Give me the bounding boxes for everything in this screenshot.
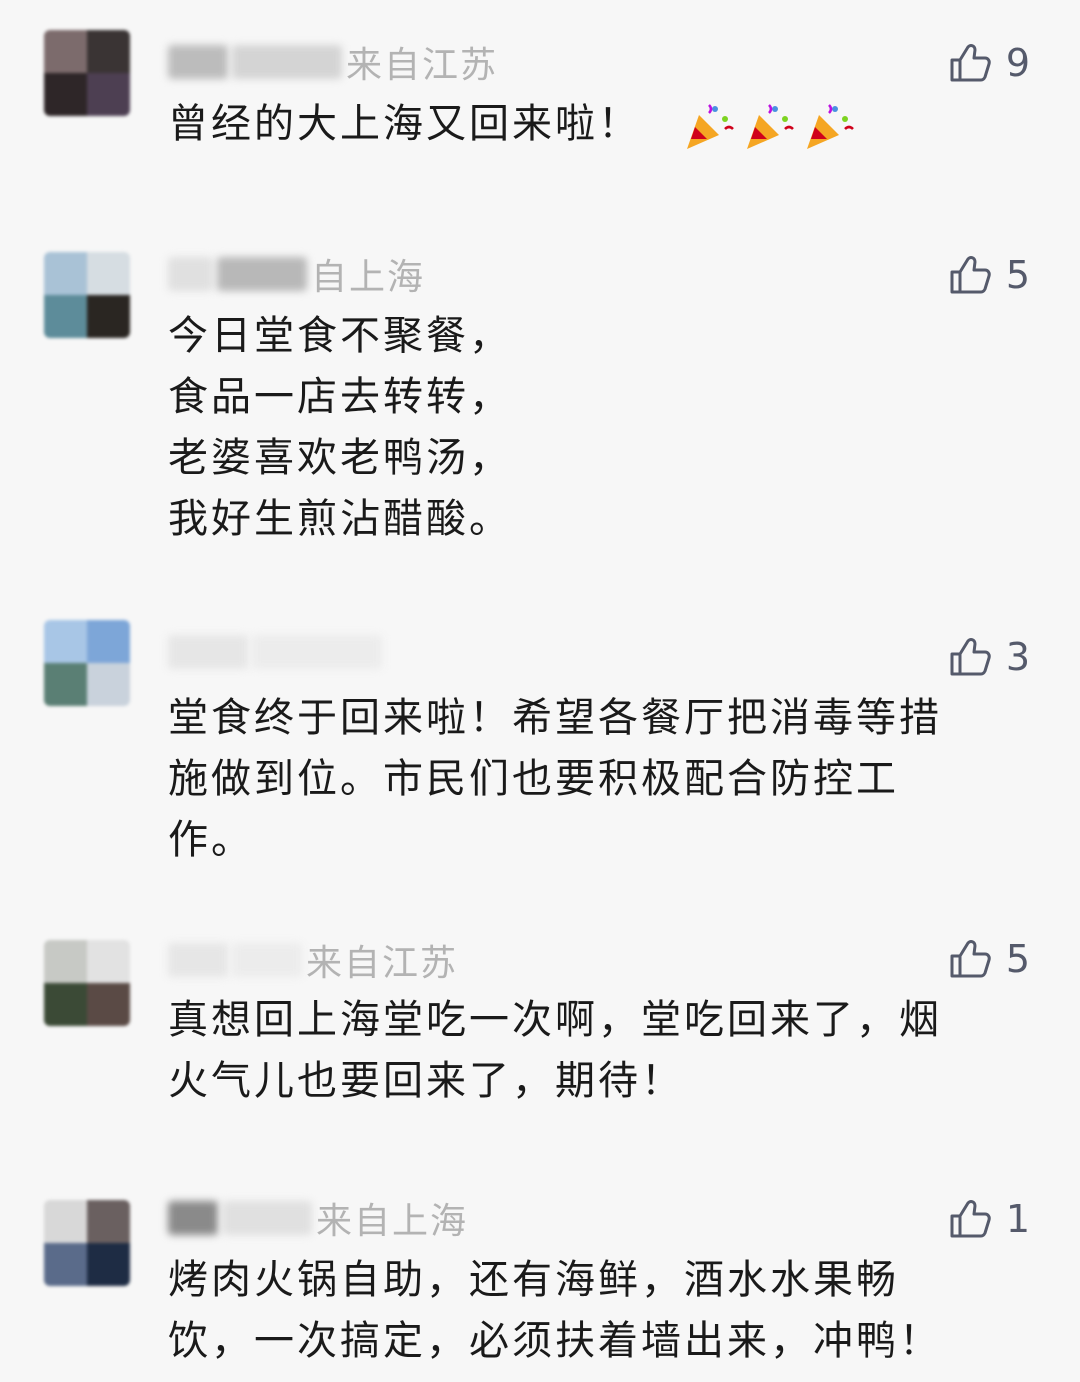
- party-popper-icon: [746, 104, 794, 149]
- avatar[interactable]: [44, 30, 130, 116]
- username-blurred[interactable]: [217, 257, 307, 291]
- comment-item: 来自上海 1 烤肉火锅自助，还有海鲜，酒水水果畅 饮，一次搞定，必须扶着墙出来，…: [0, 1180, 1080, 1382]
- comment-meta: 自上海: [168, 252, 425, 298]
- like-button[interactable]: 5: [948, 250, 1030, 300]
- comment-meta: 来自江苏: [168, 40, 498, 86]
- party-popper-icon: [686, 104, 734, 149]
- avatar[interactable]: [44, 620, 130, 706]
- comment-line: 堂食终于回来啦！希望各餐厅把消毒等措: [168, 695, 942, 741]
- username-blurred[interactable]: [232, 943, 302, 977]
- comment-line: 真想回上海堂吃一次啊，堂吃回来了，烟: [168, 997, 942, 1043]
- avatar[interactable]: [44, 252, 130, 338]
- comment-meta: 来自江苏: [168, 938, 458, 984]
- username-blurred[interactable]: [168, 635, 248, 669]
- avatar[interactable]: [44, 1200, 130, 1286]
- thumbs-up-icon: [950, 256, 991, 294]
- comment-location: 来自江苏: [306, 943, 459, 984]
- emoji-group: [681, 99, 855, 153]
- comment-line: 曾经的大上海又回来啦！: [168, 94, 1018, 155]
- username-blurred[interactable]: [168, 257, 213, 291]
- comment-line: 我好生煎沾醋酸。: [168, 496, 512, 542]
- username-blurred[interactable]: [252, 635, 382, 669]
- comment-text: 曾经的大上海又回来啦！: [168, 94, 1018, 155]
- comment-location: 来自上海: [316, 1201, 469, 1242]
- comment-line: 烤肉火锅自助，还有海鲜，酒水水果畅: [168, 1257, 899, 1303]
- username-blurred[interactable]: [222, 1201, 312, 1235]
- comment-meta: [168, 630, 386, 674]
- username-blurred[interactable]: [168, 943, 228, 977]
- comment-line: 火气儿也要回来了，期待！: [168, 1058, 684, 1104]
- thumbs-up-icon: [950, 940, 991, 978]
- comment-location: 来自江苏: [346, 45, 499, 86]
- username-blurred[interactable]: [168, 45, 228, 79]
- like-button[interactable]: 9: [948, 38, 1030, 88]
- username-blurred[interactable]: [168, 1201, 218, 1235]
- comment-line: 作。: [168, 817, 254, 863]
- comment-line: 食品一店去转转，: [168, 374, 512, 420]
- comment-line: 老婆喜欢老鸭汤，: [168, 435, 512, 481]
- like-count: 1: [1005, 1197, 1030, 1241]
- like-count: 3: [1005, 635, 1030, 679]
- comment-location: 自上海: [311, 257, 426, 298]
- like-count: 9: [1005, 41, 1030, 85]
- party-popper-icon: [806, 104, 854, 149]
- thumbs-up-icon: [950, 638, 991, 676]
- thumbs-up-icon: [950, 1200, 991, 1238]
- comment-text: 真想回上海堂吃一次啊，堂吃回来了，烟 火气儿也要回来了，期待！: [168, 990, 1018, 1112]
- comment-item: 3 堂食终于回来啦！希望各餐厅把消毒等措 施做到位。市民们也要积极配合防控工 作…: [0, 600, 1080, 900]
- avatar[interactable]: [44, 940, 130, 1026]
- comment-item: 来自江苏 9 曾经的大上海又回来啦！: [0, 0, 1080, 200]
- like-button[interactable]: 1: [948, 1194, 1030, 1244]
- comment-item: 自上海 5 今日堂食不聚餐， 食品一店去转转， 老婆喜欢老鸭汤， 我好生煎沾醋酸…: [0, 220, 1080, 570]
- comment-line: 饮，一次搞定，必须扶着墙出来，冲鸭！: [168, 1318, 942, 1364]
- comment-text: 烤肉火锅自助，还有海鲜，酒水水果畅 饮，一次搞定，必须扶着墙出来，冲鸭！: [168, 1250, 1018, 1372]
- comment-line: 今日堂食不聚餐，: [168, 313, 512, 359]
- comment-meta: 来自上海: [168, 1196, 468, 1242]
- comment-line: 施做到位。市民们也要积极配合防控工: [168, 756, 899, 802]
- like-button[interactable]: 5: [948, 934, 1030, 984]
- comment-item: 来自江苏 5 真想回上海堂吃一次啊，堂吃回来了，烟 火气儿也要回来了，期待！: [0, 920, 1080, 1150]
- comment-text: 堂食终于回来啦！希望各餐厅把消毒等措 施做到位。市民们也要积极配合防控工 作。: [168, 688, 1018, 871]
- comment-text: 今日堂食不聚餐， 食品一店去转转， 老婆喜欢老鸭汤， 我好生煎沾醋酸。: [168, 306, 1018, 550]
- thumbs-up-icon: [950, 44, 991, 82]
- like-count: 5: [1005, 253, 1030, 297]
- like-button[interactable]: 3: [948, 632, 1030, 682]
- like-count: 5: [1005, 937, 1030, 981]
- username-blurred[interactable]: [232, 45, 342, 79]
